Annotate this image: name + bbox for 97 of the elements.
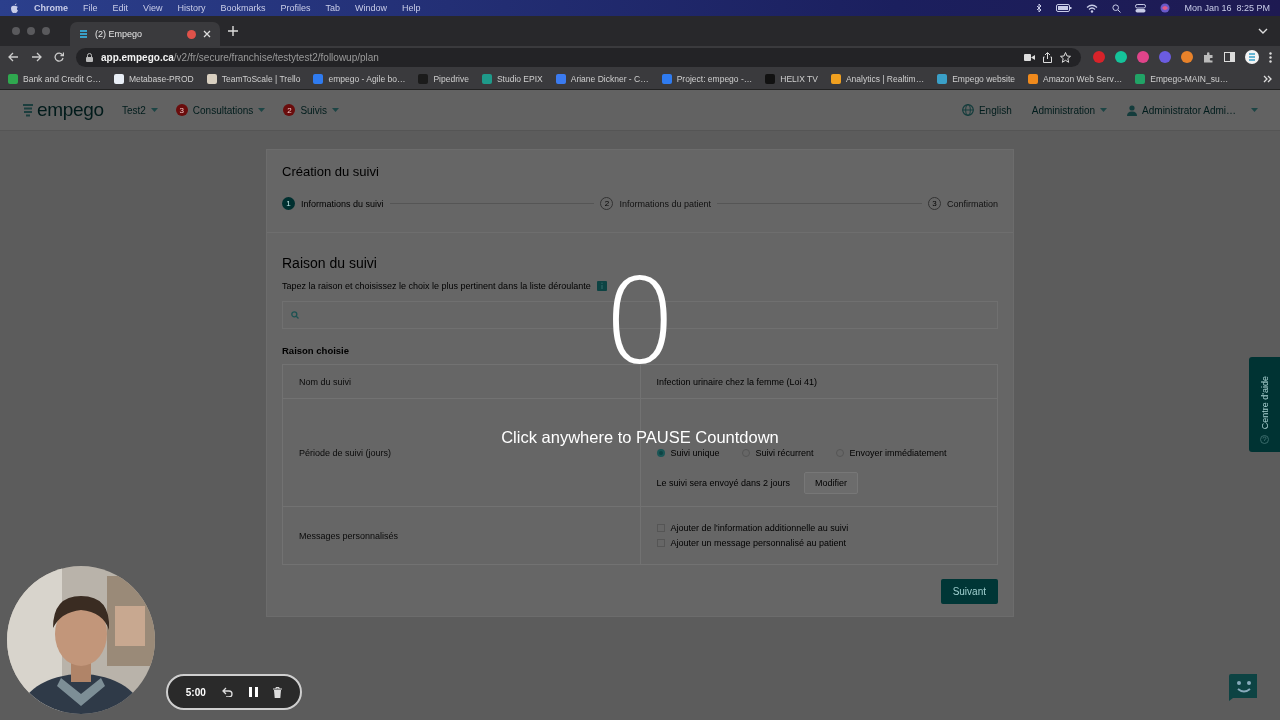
bookmark[interactable]: empego - Agile bo… — [313, 73, 406, 84]
help-tab[interactable]: Centre d'aide — [1249, 357, 1280, 452]
wizard-step[interactable]: 1 Informations du suivi — [282, 197, 384, 210]
row-label: Période de suivi (jours) — [299, 447, 392, 458]
section-title: Raison du suivi — [282, 255, 378, 271]
nav-menu[interactable]: 3 Consultations — [175, 104, 266, 116]
share-icon[interactable] — [1043, 51, 1052, 63]
bookmark[interactable]: Studio EPIX — [481, 73, 543, 84]
trash-icon[interactable] — [273, 686, 283, 698]
radio-option[interactable]: Envoyer immédiatement — [835, 447, 947, 458]
modify-button[interactable]: Modifier — [804, 471, 859, 494]
side-panel-icon[interactable] — [1224, 52, 1235, 62]
caret-icon — [150, 108, 158, 112]
extension-icon[interactable] — [1115, 51, 1127, 63]
menu-item[interactable]: History — [177, 3, 206, 13]
countdown-message[interactable]: Click anywhere to PAUSE Countdown — [501, 428, 779, 447]
bluetooth-icon[interactable] — [1036, 3, 1043, 13]
tab-search-icon[interactable] — [1258, 28, 1268, 34]
wizard-step[interactable]: 2 Informations du patient — [600, 197, 712, 210]
checkbox-option[interactable]: Ajouter de l'information additionnelle au suivi — [656, 523, 981, 533]
favicon-icon — [79, 29, 88, 39]
caret-icon — [1100, 108, 1108, 112]
caret-icon — [258, 108, 266, 112]
more-bookmarks-icon[interactable] — [1263, 74, 1272, 83]
puzzle-icon[interactable] — [1203, 51, 1214, 63]
subsection-title: Raison choisie — [282, 345, 351, 356]
followup-name: Infection urinaire chez la femme (Loi 41) — [656, 376, 818, 387]
bookmark[interactable]: Bank and Credit C… — [8, 73, 101, 84]
address-bar[interactable]: app.empego.ca/v2/fr/secure/franchise/testytest2/followup/plan — [76, 47, 1081, 67]
bookmark[interactable]: Empego website — [937, 73, 1015, 84]
browser-tab[interactable]: (2) Empego — [70, 22, 220, 46]
bookmark[interactable]: Empego-MAIN_su… — [1135, 73, 1229, 84]
url-text: app.empego.ca/v2/fr/secure/franchise/testytest2/followup/plan — [101, 51, 379, 63]
control-center-icon[interactable] — [1135, 3, 1147, 13]
row-label: Nom du suivi — [299, 376, 352, 387]
recording-icon — [187, 29, 196, 39]
timer-text: 5:00 — [185, 686, 206, 698]
nav-menu[interactable]: 2 Suivis — [283, 104, 340, 116]
menu-item[interactable]: View — [143, 3, 163, 13]
count-badge: 3 — [175, 104, 188, 116]
battery-icon[interactable] — [1056, 4, 1073, 12]
menu-item[interactable]: File — [83, 3, 98, 13]
menu-item[interactable]: Tab — [325, 3, 340, 13]
schedule-note: Le suivi sera envoyé dans 2 jours — [656, 477, 791, 488]
info-icon — [596, 281, 607, 291]
pause-icon[interactable] — [248, 687, 258, 697]
menu-item[interactable]: Bookmarks — [220, 3, 266, 13]
menu-item[interactable]: Help — [402, 3, 421, 13]
undo-icon[interactable] — [221, 687, 234, 697]
bookmark[interactable]: Analytics | Realtim… — [830, 73, 925, 84]
bookmark[interactable]: Project: empego -… — [661, 73, 753, 84]
radio-button[interactable] — [656, 448, 665, 457]
back-icon[interactable] — [8, 52, 19, 62]
reload-icon[interactable] — [54, 52, 64, 62]
camera-icon[interactable] — [1024, 53, 1035, 61]
row-label: Messages personnalisés — [299, 530, 399, 541]
search-icon — [291, 311, 299, 319]
bookmark[interactable]: Metabase-PROD — [113, 73, 194, 84]
checkbox-option[interactable]: Ajouter un message personnalisé au patient — [656, 538, 981, 548]
radio-option[interactable]: Suivi récurrent — [741, 447, 814, 458]
wifi-icon[interactable] — [1086, 3, 1099, 13]
search-icon[interactable] — [1112, 3, 1122, 13]
chatbot-icon[interactable] — [1227, 672, 1259, 702]
next-button[interactable]: Suivant — [940, 579, 998, 604]
bookmark[interactable]: HELIX TV — [765, 73, 818, 84]
siri-icon[interactable] — [1160, 3, 1171, 13]
profile-avatar-icon[interactable] — [1245, 50, 1259, 64]
logo-text: empego — [37, 99, 104, 121]
app-menu[interactable]: Chrome — [34, 3, 68, 13]
bookmark[interactable]: Pipedrive — [418, 73, 469, 84]
menubar-clock: Mon Jan 16 8:25 PM — [1184, 3, 1270, 13]
user-icon — [1127, 104, 1138, 116]
caret-icon — [332, 108, 340, 112]
apple-icon[interactable] — [10, 3, 19, 13]
star-icon[interactable] — [1060, 51, 1071, 63]
bookmark[interactable]: Ariane Dickner - C… — [555, 73, 649, 84]
help-icon — [1260, 435, 1269, 444]
menu-item[interactable]: Window — [354, 3, 387, 13]
menu-item[interactable]: Profiles — [280, 3, 311, 13]
caret-icon — [1251, 108, 1258, 112]
hint-text: Tapez la raison et choisissez le choix le plus pertinent dans la liste déroulante — [282, 281, 591, 291]
extension-icon[interactable] — [1181, 51, 1193, 63]
logo-icon — [22, 103, 34, 117]
more-menu-icon[interactable] — [1269, 51, 1272, 63]
extension-icon[interactable] — [1137, 51, 1149, 63]
bookmark[interactable]: TeamToScale | Trello — [206, 73, 301, 84]
form-title: Création du suivi — [282, 164, 380, 179]
menu-item[interactable]: Edit — [112, 3, 129, 13]
count-badge: 2 — [283, 104, 296, 116]
close-icon[interactable] — [203, 30, 211, 38]
wizard-step[interactable]: 3 Confirmation — [928, 197, 998, 210]
radio-option[interactable]: Suivi unique — [656, 447, 720, 458]
lock-icon — [86, 52, 93, 62]
forward-icon[interactable] — [31, 52, 42, 62]
globe-icon — [961, 104, 974, 116]
bookmark[interactable]: Amazon Web Serv… — [1028, 73, 1123, 84]
new-tab-icon[interactable] — [228, 26, 238, 36]
